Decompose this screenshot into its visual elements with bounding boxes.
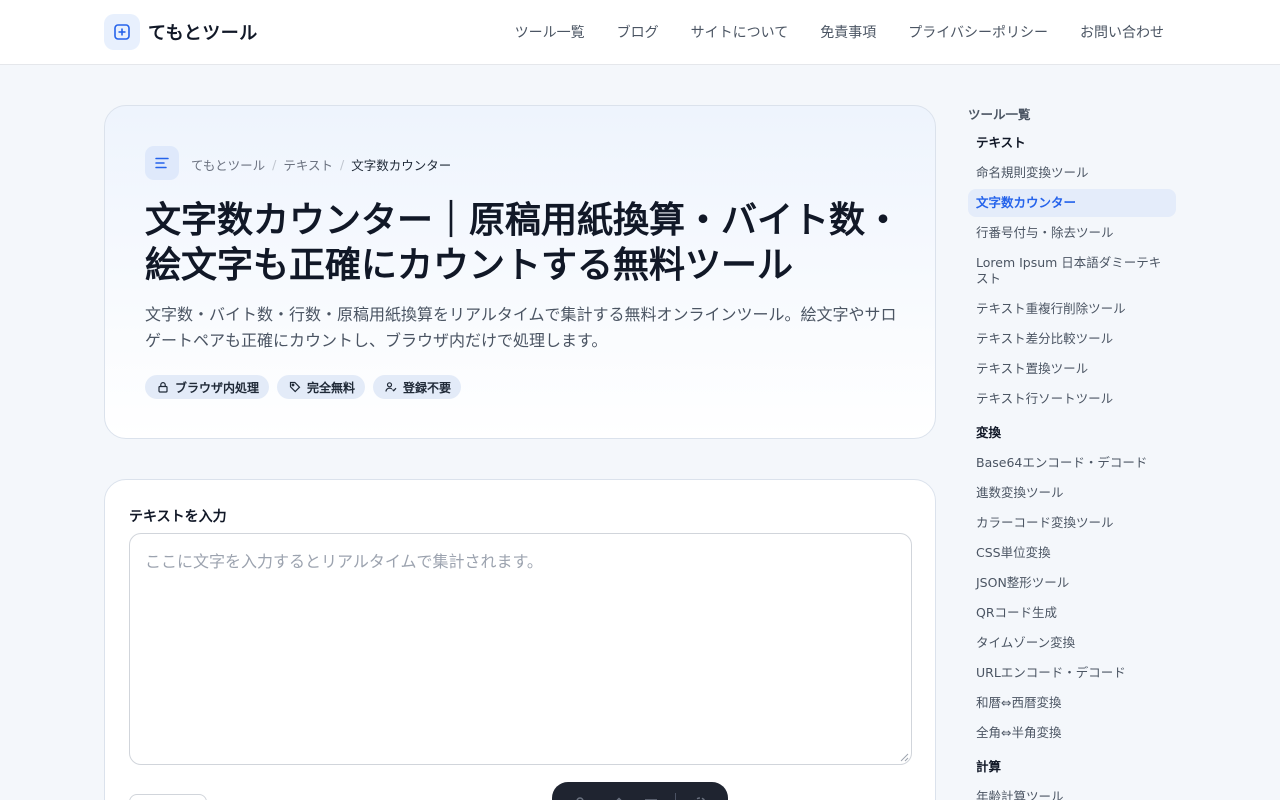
badge-free: 完全無料 [277, 375, 366, 399]
sidebar-item-line-numbers[interactable]: 行番号付与・除去ツール [968, 219, 1176, 247]
user-check-icon [385, 382, 397, 392]
sidebar-item-char-counter[interactable]: 文字数カウンター [968, 189, 1176, 217]
pen-icon[interactable] [604, 792, 628, 800]
badge-no-registration: 登録不要 [373, 375, 462, 399]
sidebar-item-radix[interactable]: 進数変換ツール [968, 479, 1176, 507]
page-description: 文字数・バイト数・行数・原稿用紙換算をリアルタイムで集計する無料オンラインツール… [145, 305, 897, 350]
sidebar-item-age-calc[interactable]: 年齢計算ツール [968, 783, 1176, 800]
sidebar-item-text-replace[interactable]: テキスト置換ツール [968, 355, 1176, 383]
tag-icon [289, 381, 301, 393]
breadcrumb-separator: / [272, 157, 277, 172]
feature-badges: ブラウザ内処理 完全無料 登録不要 [145, 375, 469, 399]
site-name: てもとツール [148, 23, 258, 44]
sidebar-item-naming-converter[interactable]: 命名規則変換ツール [968, 159, 1176, 187]
sidebar-item-color-code[interactable]: カラーコード変換ツール [968, 509, 1176, 537]
text-align-icon [145, 146, 179, 180]
person-icon[interactable] [568, 792, 592, 800]
badge-label: 登録不要 [403, 380, 452, 395]
nav-privacy[interactable]: プライバシーポリシー [908, 22, 1048, 42]
sidebar-item-json-format[interactable]: JSON整形ツール [968, 569, 1176, 597]
breadcrumb-home[interactable]: てもとツール [191, 155, 265, 174]
sidebar-category-convert: 変換 [976, 425, 1002, 440]
text-input-label: テキストを入力 [129, 509, 227, 525]
badge-browser-processing: ブラウザ内処理 [145, 375, 270, 399]
main-nav: ツール一覧 ブログ サイトについて 免責事項 プライバシーポリシー お問い合わせ [483, 0, 1164, 64]
text-input-card: テキストを入力 [104, 479, 936, 800]
badge-label: 完全無料 [307, 380, 356, 395]
gear-icon[interactable] [688, 792, 712, 800]
floating-toolbar [552, 782, 728, 800]
lock-icon [158, 382, 168, 393]
action-button[interactable] [129, 794, 207, 800]
nav-tools[interactable]: ツール一覧 [515, 22, 585, 42]
sidebar-item-text-diff[interactable]: テキスト差分比較ツール [968, 325, 1176, 353]
page-title: 文字数カウンター｜原稿用紙換算・バイト数・絵文字も正確にカウントする無料ツール [145, 200, 902, 286]
breadcrumb: てもとツール / テキスト / 文字数カウンター [191, 155, 451, 174]
sidebar-title: ツール一覧 [968, 107, 1031, 122]
sidebar-item-zenkaku[interactable]: 全角⇔半角変換 [968, 719, 1176, 747]
badge-label: ブラウザ内処理 [175, 380, 260, 395]
breadcrumb-separator: / [340, 157, 345, 172]
sidebar-item-dedupe-lines[interactable]: テキスト重複行削除ツール [968, 295, 1176, 323]
nav-disclaimer[interactable]: 免責事項 [820, 22, 876, 42]
nav-blog[interactable]: ブログ [617, 22, 659, 42]
breadcrumb-category[interactable]: テキスト [283, 155, 333, 174]
resize-handle-icon[interactable] [899, 752, 909, 762]
sidebar-item-base64[interactable]: Base64エンコード・デコード [968, 449, 1176, 477]
sidebar-category-text: テキスト [976, 135, 1026, 150]
sidebar-item-qr-code[interactable]: QRコード生成 [968, 599, 1176, 627]
sidebar-item-wareki[interactable]: 和暦⇔西暦変換 [968, 689, 1176, 717]
breadcrumb-current: 文字数カウンター [351, 158, 452, 173]
menu-icon[interactable] [639, 792, 663, 800]
sidebar-item-timezone[interactable]: タイムゾーン変換 [968, 629, 1176, 657]
hero-card: てもとツール / テキスト / 文字数カウンター 文字数カウンター｜原稿用紙換算… [104, 105, 936, 439]
nav-about[interactable]: サイトについて [691, 22, 789, 42]
nav-contact[interactable]: お問い合わせ [1080, 22, 1164, 42]
text-input[interactable] [129, 533, 912, 765]
site-logo[interactable]: てもとツール [104, 14, 258, 50]
sidebar-item-url-encode[interactable]: URLエンコード・デコード [968, 659, 1176, 687]
plus-square-icon [104, 14, 140, 50]
toolbar-divider [675, 793, 677, 800]
sidebar-item-line-sort[interactable]: テキスト行ソートツール [968, 385, 1176, 413]
site-header: てもとツール ツール一覧 ブログ サイトについて 免責事項 プライバシーポリシー… [0, 0, 1280, 65]
sidebar-item-css-units[interactable]: CSS単位変換 [968, 539, 1176, 567]
sidebar-category-calc: 計算 [976, 759, 1002, 774]
tools-sidebar: ツール一覧 テキスト 命名規則変換ツール 文字数カウンター 行番号付与・除去ツー… [968, 104, 1176, 800]
sidebar-item-lorem-ipsum[interactable]: Lorem Ipsum 日本語ダミーテキスト [968, 249, 1176, 293]
